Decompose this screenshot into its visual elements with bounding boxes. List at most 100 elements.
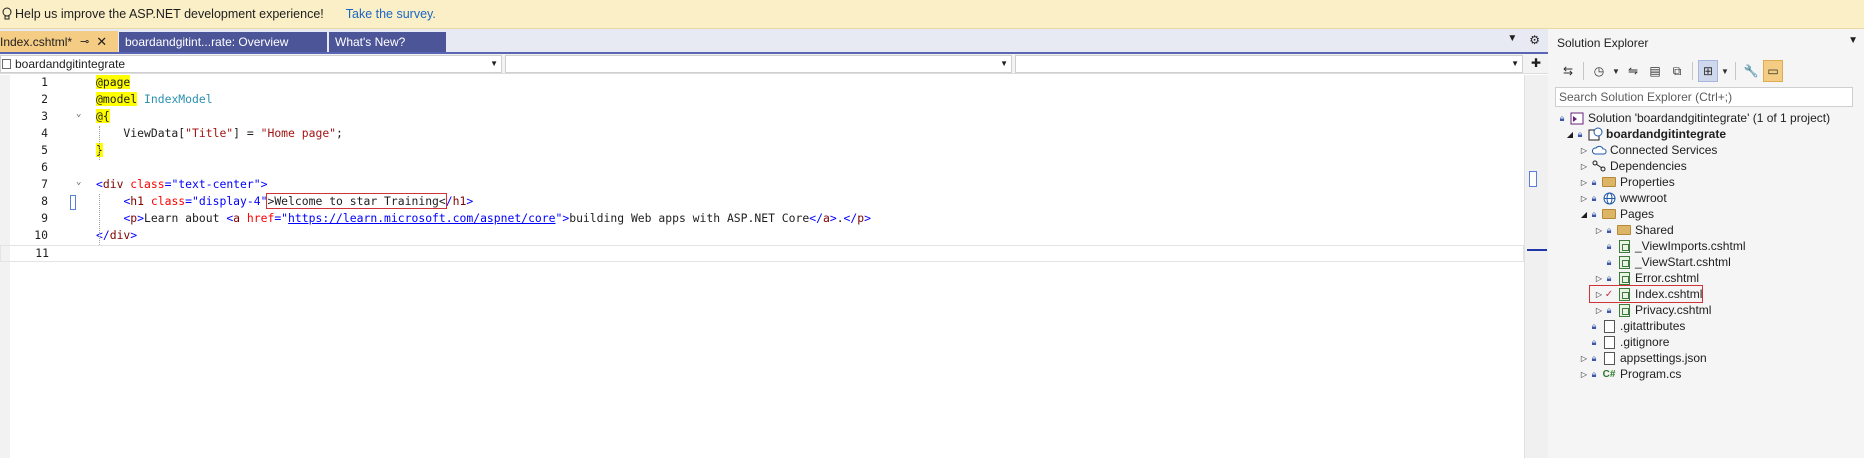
code-line[interactable]: 6 [0,160,1524,177]
show-all-files-icon[interactable]: ⊞ [1698,60,1718,82]
tree-node-properties[interactable]: ▷ 🔒︎ Properties [1579,174,1675,190]
close-icon[interactable]: ✕ [96,34,107,50]
chevron-down-icon[interactable]: ▼ [1611,60,1621,82]
code-line[interactable]: 4 ViewData["Title"] = "Home page"; [0,126,1524,143]
tree-node-label: Connected Services [1610,143,1718,157]
line-number: 10 [34,228,48,242]
tree-node-label: _ViewImports.cshtml [1635,239,1746,253]
tree-node-appsettings[interactable]: ▷ 🔒︎ appsettings.json [1579,350,1707,366]
pending-changes-filter-icon[interactable]: ◷ [1589,60,1609,82]
expanded-arrow-icon[interactable]: ◢ [1579,210,1589,219]
lock-icon: 🔒︎ [1591,352,1597,363]
collapsed-arrow-icon[interactable]: ▷ [1594,226,1604,235]
code-token: href [246,211,275,225]
expanded-arrow-icon[interactable]: ◢ [1565,130,1575,139]
code-line[interactable]: 5} [0,143,1524,160]
cloud-icon [1591,143,1607,157]
tree-node-privacy[interactable]: ▷ 🔒︎ Privacy.cshtml [1594,302,1712,318]
member-dropdown[interactable]: ▼ [1015,55,1523,73]
tree-node-index[interactable]: ▷ ✓ Index.cshtml [1594,286,1702,302]
collapsed-arrow-icon[interactable]: ▷ [1594,306,1604,315]
code-token: @page [96,75,131,89]
tree-node-label: Program.cs [1620,367,1682,381]
survey-link[interactable]: Take the survey. [346,7,436,21]
collapsed-arrow-icon[interactable]: ▷ [1579,370,1589,379]
tree-node-dependencies[interactable]: ▷ Dependencies [1579,158,1687,174]
tree-node-connected-services[interactable]: ▷ Connected Services [1579,142,1717,158]
code-token: @model [96,92,138,106]
lock-icon: 🔒︎ [1591,320,1597,331]
tab-label: boardandgitint...rate: Overview [125,35,289,49]
code-token: https://learn.microsoft.com/aspnet/core [288,211,556,225]
lock-icon: 🔒︎ [1606,240,1612,251]
tree-node-program-cs[interactable]: ▷ 🔒︎ C# Program.cs [1579,366,1681,382]
tab-whats-new[interactable]: What's New? [329,32,446,52]
tree-node-label: Shared [1635,223,1674,237]
tree-node-solution[interactable]: 🔒︎ Solution 'boardandgitintegrate' (1 of… [1557,110,1830,126]
split-window-icon[interactable]: ✚ [1524,54,1548,72]
tab-overview[interactable]: boardandgitint...rate: Overview [119,32,327,52]
vertical-scrollbar[interactable] [1524,75,1548,458]
code-line[interactable]: 1 @page [0,75,1524,92]
code-line[interactable]: 7 ⌄ <div class="text-center"> [0,177,1524,194]
tree-node-label: .gitattributes [1620,319,1686,333]
tree-node-viewstart[interactable]: 🔒︎ _ViewStart.cshtml [1604,254,1731,270]
tree-node-shared[interactable]: ▷ 🔒︎ Shared [1594,222,1674,238]
dependencies-icon [1591,159,1607,173]
collapsed-arrow-icon[interactable]: ▷ [1594,274,1604,283]
collapsed-arrow-icon[interactable]: ▷ [1579,178,1589,187]
search-solution-explorer-input[interactable]: Search Solution Explorer (Ctrl+;) [1555,87,1853,107]
code-line[interactable]: 3 ⌄ @{ [0,109,1524,126]
file-icon [1601,319,1617,333]
preview-selected-items-icon[interactable]: ▭ [1763,60,1783,82]
tree-node-error[interactable]: ▷ 🔒︎ Error.cshtml [1594,270,1699,286]
code-line[interactable]: 8 <h1 class="display-4">Welcome to star … [0,193,1524,211]
pin-icon[interactable]: ⊸ [80,35,89,48]
code-token: div [109,228,131,242]
tree-node-pages[interactable]: ◢ 🔒︎ Pages [1579,206,1654,222]
type-dropdown[interactable]: ▼ [505,55,1012,73]
collapsed-arrow-icon[interactable]: ▷ [1579,354,1589,363]
code-token: ="text-center"> [164,177,268,191]
web-project-icon [1587,127,1603,141]
code-token: h1 [452,194,467,208]
collapsed-arrow-icon[interactable]: ▷ [1579,146,1589,155]
panel-options-icon[interactable]: ▼ [1848,35,1858,46]
tab-index-cshtml[interactable]: Index.cshtml* ⊸ ✕ [0,31,118,52]
gear-icon[interactable]: ⚙ [1529,33,1540,47]
collapsed-arrow-icon[interactable]: ▷ [1594,290,1604,299]
code-token: > [864,211,871,225]
chevron-down-icon[interactable]: ▼ [1720,60,1730,82]
properties-wrench-icon[interactable]: 🔧 [1741,60,1761,82]
tree-node-wwwroot[interactable]: ▷ 🔒︎ wwwroot [1579,190,1667,206]
code-token: a [233,211,241,225]
line-number: 8 [41,194,48,208]
scroll-marker [1529,171,1537,187]
project-dropdown[interactable]: boardandgitintegrate ▼ [0,55,502,73]
refresh-icon[interactable]: ▤ [1645,60,1665,82]
code-token: a [822,211,830,225]
switch-views-icon[interactable]: ⇆ [1558,60,1578,82]
code-line[interactable]: 2 @model IndexModel [0,92,1524,109]
tree-node-gitignore[interactable]: 🔒︎ .gitignore [1589,334,1670,350]
tab-dropdown-icon[interactable]: ▼ [1507,33,1517,47]
fold-toggle-icon[interactable]: ⌄ [76,177,81,187]
fold-toggle-icon[interactable]: ⌄ [76,109,81,119]
collapsed-arrow-icon[interactable]: ▷ [1579,194,1589,203]
tree-node-viewimports[interactable]: 🔒︎ _ViewImports.cshtml [1604,238,1746,254]
tab-label: What's New? [335,35,406,49]
code-line[interactable]: 11 [0,245,1524,262]
globe-icon [1601,191,1617,205]
code-line[interactable]: 10 </div> [0,228,1524,245]
code-line[interactable]: 9 <p>Learn about <a href="https://learn.… [0,211,1524,228]
code-token: IndexModel [144,92,213,106]
collapse-all-icon[interactable]: ⧉ [1667,60,1687,82]
sync-with-document-icon[interactable]: ⇋ [1623,60,1643,82]
code-area[interactable]: 1 @page 2 @model IndexModel 3 ⌄ @{4 ViewData["… [0,75,1524,458]
tree-node-label: wwwroot [1620,191,1667,205]
tree-node-project[interactable]: ◢ 🔒︎ boardandgitintegrate [1565,126,1726,142]
tree-node-gitattributes[interactable]: 🔒︎ .gitattributes [1589,318,1686,334]
line-number: 9 [41,211,48,225]
collapsed-arrow-icon[interactable]: ▷ [1579,162,1589,171]
